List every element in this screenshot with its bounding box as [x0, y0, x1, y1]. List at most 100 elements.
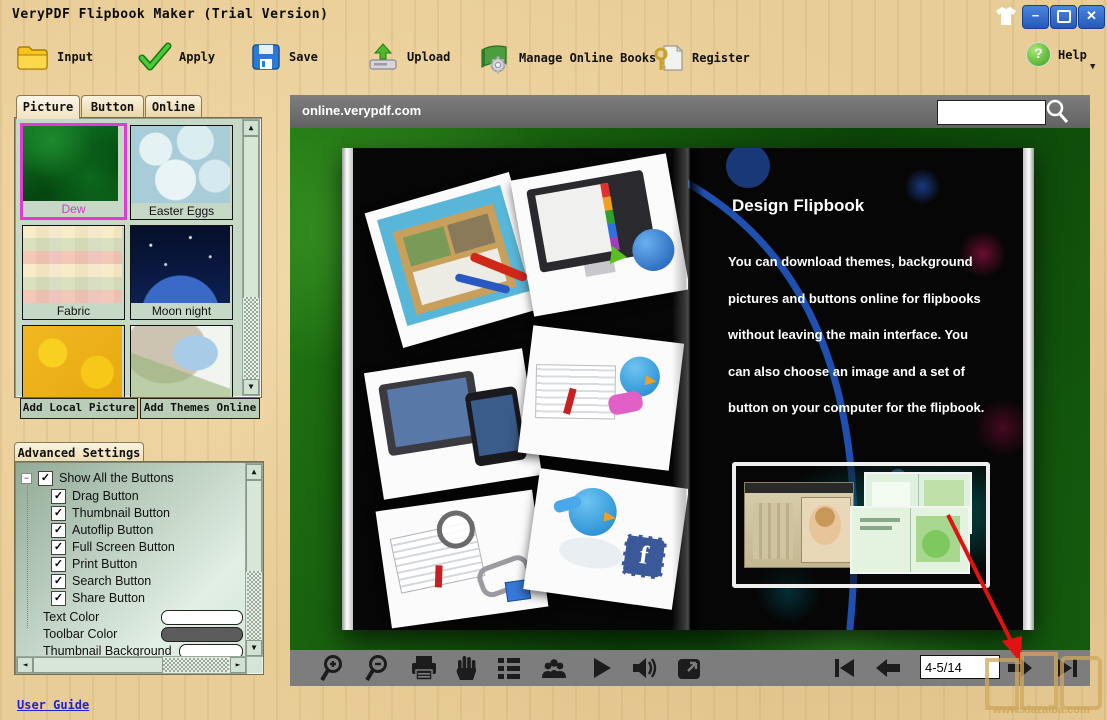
screenshot-frame [732, 462, 990, 588]
next-page-icon[interactable] [1006, 654, 1034, 682]
scroll-down-icon[interactable]: ▼ [246, 640, 262, 656]
tree-item-print-button[interactable]: ✓ Print Button [51, 556, 137, 572]
facebook-logo: f [638, 540, 651, 570]
tree-label: Thumbnail Button [72, 506, 170, 520]
checkbox[interactable]: ✓ [51, 489, 66, 504]
search-input[interactable] [937, 100, 1046, 125]
thumbnail-list-icon[interactable] [495, 654, 523, 682]
tree-item-toolbar-color[interactable]: Toolbar Color [43, 626, 243, 642]
last-page-icon[interactable] [1054, 654, 1082, 682]
picture-item-sunflowers[interactable] [22, 325, 125, 398]
scrollbar-thumb[interactable] [246, 480, 262, 572]
checkbox[interactable]: ✓ [51, 557, 66, 572]
maximize-button[interactable] [1050, 5, 1077, 29]
zoom-out-icon[interactable] [365, 654, 393, 682]
toolbar-color-swatch[interactable] [161, 627, 243, 642]
add-local-picture-button[interactable]: Add Local Picture [20, 398, 138, 419]
tree-item-fullscreen-button[interactable]: ✓ Full Screen Button [51, 539, 175, 555]
close-button[interactable]: ✕ [1078, 5, 1105, 29]
register-button[interactable]: Register [653, 42, 750, 74]
help-button[interactable]: ? Help [1026, 42, 1087, 67]
tree-item-share-button[interactable]: ✓ Share Button [51, 590, 145, 606]
prev-page-icon[interactable] [874, 654, 902, 682]
preview-domain: online.verypdf.com [302, 103, 421, 118]
tree-connector [27, 478, 28, 628]
checkbox[interactable]: ✓ [51, 540, 66, 555]
scrollbar-track[interactable] [163, 658, 229, 672]
tree-label: Share Button [72, 591, 145, 605]
save-label: Save [289, 50, 318, 64]
right-page-edge [1023, 148, 1034, 630]
scrollbar-thumb[interactable] [33, 657, 163, 673]
paragraph-line: button on your computer for the flipbook… [728, 390, 992, 427]
flipbook[interactable]: f Design Flipbook You can download them [342, 148, 1034, 630]
picture-label: Fabric [23, 303, 124, 319]
tree-item-show-all-buttons[interactable]: − ✓ Show All the Buttons [21, 470, 174, 486]
tree-item-thumbnail-button[interactable]: ✓ Thumbnail Button [51, 505, 170, 521]
checkbox[interactable]: ✓ [51, 574, 66, 589]
picture-label: Moon night [131, 303, 232, 319]
search-icon[interactable] [1044, 98, 1070, 124]
upload-icon [366, 42, 400, 72]
minimize-button[interactable]: − [1022, 5, 1049, 29]
tab-button[interactable]: Button [81, 95, 144, 118]
print-icon[interactable] [410, 654, 438, 682]
checkbox[interactable]: ✓ [51, 523, 66, 538]
tree-item-drag-button[interactable]: ✓ Drag Button [51, 488, 139, 504]
add-themes-online-button[interactable]: Add Themes Online [140, 398, 260, 419]
scrollbar-track[interactable] [247, 571, 261, 640]
left-page[interactable]: f [353, 148, 688, 630]
checkbox[interactable]: ✓ [51, 591, 66, 606]
manage-online-books-button[interactable]: Manage Online Books [478, 42, 656, 74]
advanced-hscrollbar[interactable]: ◄ ► [16, 656, 247, 674]
preview-background: f Design Flipbook You can download them [290, 128, 1090, 650]
picture-item-easter-eggs[interactable]: Easter Eggs [130, 125, 233, 220]
checkbox[interactable]: ✓ [51, 506, 66, 521]
input-button[interactable]: Input [16, 42, 93, 72]
text-color-swatch[interactable] [161, 610, 243, 625]
tree-label: Print Button [72, 557, 137, 571]
zoom-in-icon[interactable] [320, 654, 348, 682]
fullscreen-icon[interactable] [675, 654, 703, 682]
picture-item-fabric[interactable]: Fabric [22, 225, 125, 320]
tree-item-autoflip-button[interactable]: ✓ Autoflip Button [51, 522, 153, 538]
page-number-input[interactable] [920, 655, 1000, 679]
share-people-icon[interactable] [540, 654, 568, 682]
scroll-right-icon[interactable]: ► [230, 657, 246, 673]
right-page[interactable]: Design Flipbook You can download themes,… [688, 148, 1023, 630]
apply-button[interactable]: Apply [138, 42, 215, 72]
picture-item-moon-night[interactable]: Moon night [130, 225, 233, 320]
tree-item-search-button[interactable]: ✓ Search Button [51, 573, 151, 589]
tree-expander-icon[interactable]: − [21, 473, 32, 484]
help-caret-icon[interactable]: ▼ [1090, 62, 1095, 72]
collage-card [364, 348, 542, 499]
save-button[interactable]: Save [250, 42, 318, 72]
tab-picture[interactable]: Picture [16, 95, 80, 119]
scrollbar-track[interactable] [244, 297, 258, 379]
user-guide-link[interactable]: User Guide [17, 698, 89, 712]
scroll-up-icon[interactable]: ▲ [243, 120, 259, 136]
advanced-vscrollbar[interactable]: ▲ ▼ [245, 463, 263, 657]
scroll-up-icon[interactable]: ▲ [246, 464, 262, 480]
sound-icon[interactable] [630, 654, 658, 682]
tree-label: Text Color [43, 610, 155, 624]
floppy-icon [250, 42, 282, 72]
scroll-left-icon[interactable]: ◄ [17, 657, 33, 673]
skin-tshirt-icon[interactable] [994, 4, 1018, 28]
tree-label: Full Screen Button [72, 540, 175, 554]
tree-item-text-color[interactable]: Text Color [43, 609, 243, 625]
scrollbar-thumb[interactable] [243, 136, 259, 298]
tree-label: Drag Button [72, 489, 139, 503]
drag-hand-icon[interactable] [453, 654, 481, 682]
upload-button[interactable]: Upload [366, 42, 450, 72]
tab-online[interactable]: Online [145, 95, 202, 118]
first-page-icon[interactable] [830, 654, 858, 682]
picture-scrollbar[interactable]: ▲ ▼ [242, 119, 260, 396]
picture-item-windmill[interactable] [130, 325, 233, 398]
scroll-down-icon[interactable]: ▼ [243, 379, 259, 395]
checkbox[interactable]: ✓ [38, 471, 53, 486]
folder-icon [16, 42, 50, 72]
picture-item-dew[interactable]: Dew [20, 123, 127, 220]
autoflip-play-icon[interactable] [587, 654, 615, 682]
flipbook-preview: f Design Flipbook You can download them [290, 95, 1090, 686]
